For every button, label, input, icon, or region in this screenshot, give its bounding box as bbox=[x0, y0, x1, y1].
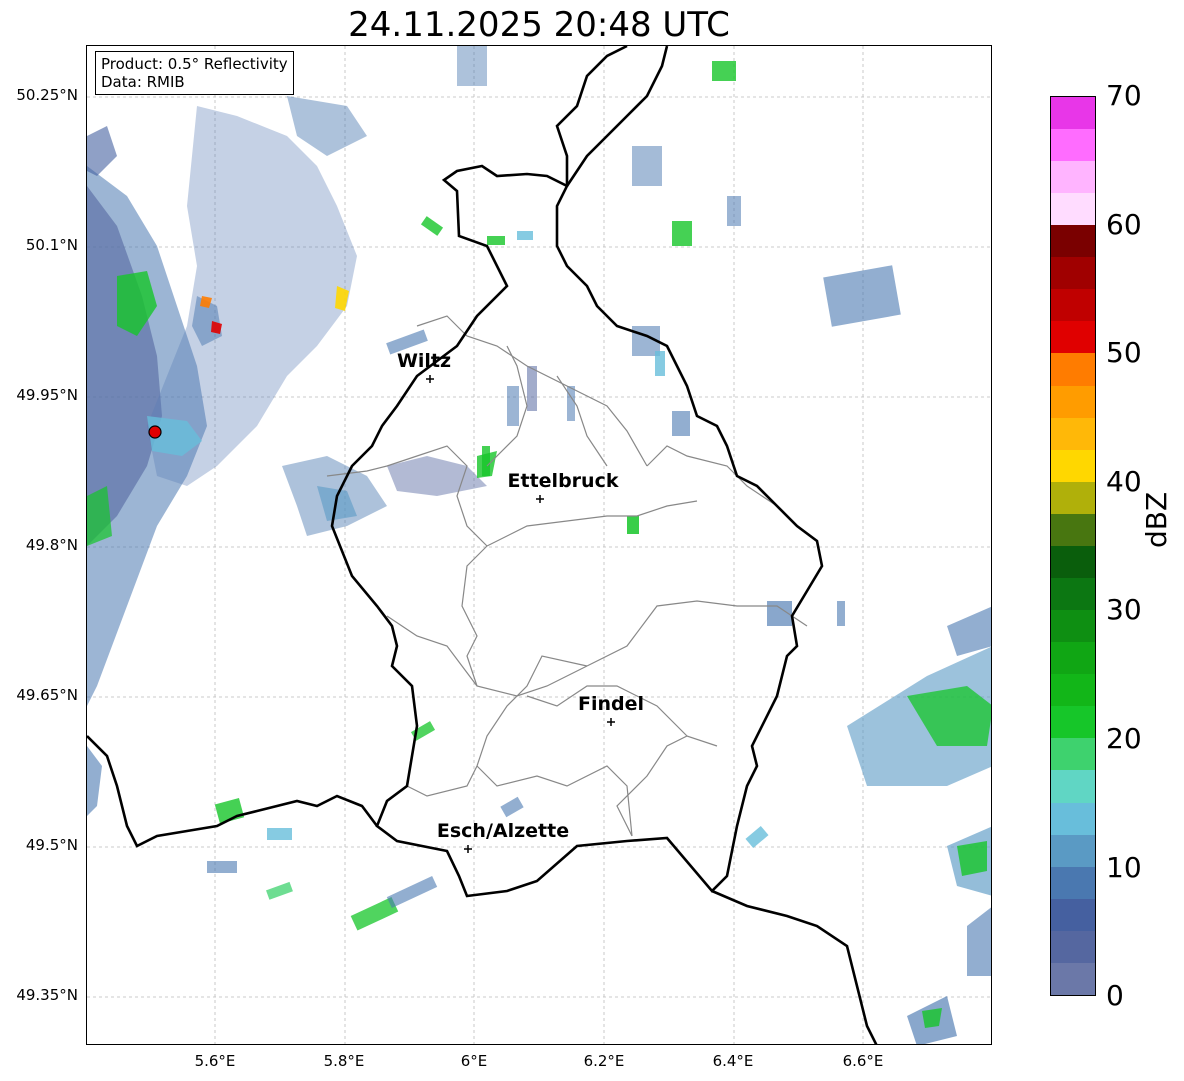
city-markers bbox=[426, 375, 615, 853]
colorbar-segment bbox=[1051, 706, 1095, 739]
colorbar-segment bbox=[1051, 834, 1095, 867]
colorbar-segment bbox=[1051, 866, 1095, 899]
colorbar-segment bbox=[1051, 321, 1095, 354]
lon-tick-label: 6.4°E bbox=[712, 1052, 754, 1070]
colorbar-tick-label: 0 bbox=[1106, 979, 1124, 1012]
radar-map[interactable] bbox=[86, 45, 992, 1045]
colorbar-tick-label: 70 bbox=[1106, 79, 1142, 112]
colorbar-segment bbox=[1051, 96, 1095, 129]
colorbar-segment bbox=[1051, 160, 1095, 194]
lat-tick-label: 49.95°N bbox=[16, 386, 78, 404]
lat-tick-label: 49.35°N bbox=[16, 986, 78, 1004]
map-title: 24.11.2025 20:48 UTC bbox=[348, 5, 730, 45]
colorbar-segment bbox=[1051, 128, 1095, 161]
city-label-esch: Esch/Alzette bbox=[436, 820, 570, 842]
lat-tick-label: 50.25°N bbox=[16, 86, 78, 104]
colorbar-segment bbox=[1051, 353, 1095, 386]
colorbar-segment bbox=[1051, 642, 1095, 675]
lon-tick-label: 6.2°E bbox=[583, 1052, 625, 1070]
product-info-box: Product: 0.5° Reflectivity Data: RMIB bbox=[95, 51, 294, 95]
colorbar-segment bbox=[1051, 545, 1095, 578]
lat-tick-label: 49.8°N bbox=[25, 536, 78, 554]
colorbar-tick-label: 40 bbox=[1106, 465, 1142, 498]
radar-echoes bbox=[87, 46, 991, 1044]
colorbar-segment bbox=[1051, 674, 1095, 707]
colorbar-segment bbox=[1051, 738, 1095, 771]
colorbar-segment bbox=[1051, 225, 1095, 258]
lon-tick-label: 6°E bbox=[460, 1052, 488, 1070]
colorbar-segment bbox=[1051, 481, 1095, 514]
colorbar-segment bbox=[1051, 193, 1095, 226]
lon-tick-label: 6.6°E bbox=[842, 1052, 884, 1070]
colorbar bbox=[1050, 96, 1096, 996]
data-source-label: Data: RMIB bbox=[101, 73, 185, 91]
lat-tick-label: 49.5°N bbox=[25, 836, 78, 854]
colorbar-segment bbox=[1051, 610, 1095, 643]
colorbar-segment bbox=[1051, 770, 1095, 803]
colorbar-segment bbox=[1051, 962, 1095, 995]
lon-tick-label: 5.6°E bbox=[194, 1052, 236, 1070]
lat-tick-label: 50.1°N bbox=[25, 236, 78, 254]
colorbar-segment bbox=[1051, 257, 1095, 290]
city-label-findel: Findel bbox=[577, 693, 645, 715]
colorbar-segment bbox=[1051, 930, 1095, 963]
colorbar-segment bbox=[1051, 289, 1095, 322]
colorbar-segment bbox=[1051, 449, 1095, 482]
colorbar-segment bbox=[1051, 513, 1095, 546]
lon-tick-label: 5.8°E bbox=[323, 1052, 365, 1070]
colorbar-tick-label: 50 bbox=[1106, 336, 1142, 369]
city-label-wiltz: Wiltz bbox=[396, 350, 452, 372]
colorbar-tick-label: 60 bbox=[1106, 208, 1142, 241]
colorbar-segment bbox=[1051, 417, 1095, 450]
colorbar-title: dBZ bbox=[1140, 491, 1173, 548]
colorbar-segment bbox=[1051, 385, 1095, 418]
city-label-ettelbruck: Ettelbruck bbox=[507, 470, 619, 492]
radar-site-marker bbox=[148, 425, 162, 439]
colorbar-tick-label: 20 bbox=[1106, 722, 1142, 755]
colorbar-segment bbox=[1051, 577, 1095, 611]
colorbar-segment bbox=[1051, 898, 1095, 931]
lat-tick-label: 49.65°N bbox=[16, 686, 78, 704]
map-canvas bbox=[87, 46, 991, 1044]
colorbar-tick-label: 10 bbox=[1106, 851, 1142, 884]
product-label: Product: 0.5° Reflectivity bbox=[101, 55, 288, 73]
colorbar-tick-label: 30 bbox=[1106, 593, 1142, 626]
colorbar-segment bbox=[1051, 802, 1095, 835]
